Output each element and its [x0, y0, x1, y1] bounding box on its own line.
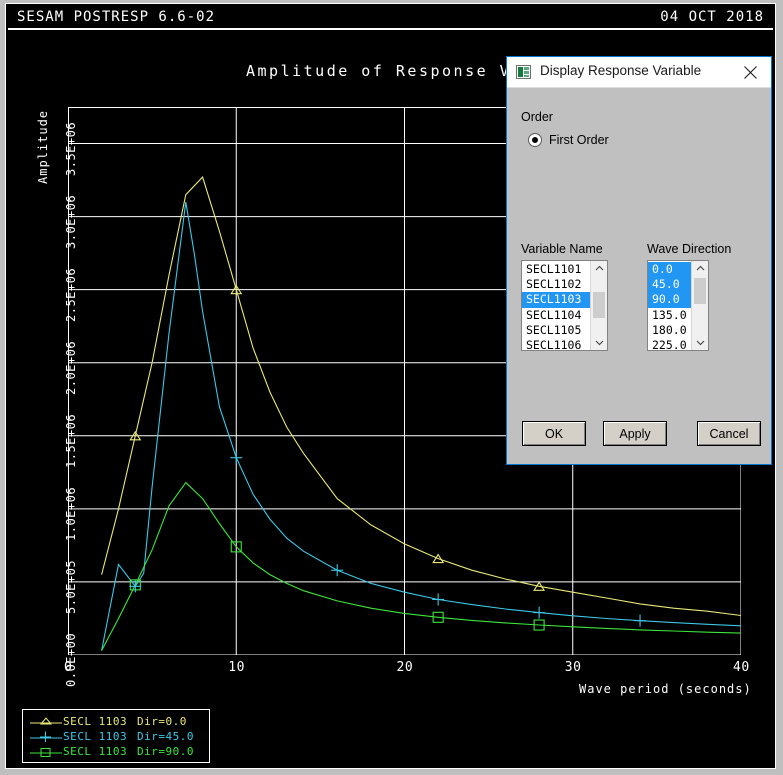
- x-axis-label: Wave period (seconds): [579, 682, 752, 696]
- legend-series-name: SECL 1103: [63, 745, 128, 758]
- list-item[interactable]: 180.0: [648, 323, 691, 338]
- y-tick-label: 3.0E+06: [64, 194, 78, 249]
- y-axis-label: Amplitude: [36, 109, 50, 184]
- date-label: 04 OCT 2018: [660, 9, 764, 25]
- postresp-plot-window: SESAM POSTRESP 6.6-02 04 OCT 2018 Amplit…: [5, 3, 776, 769]
- list-item[interactable]: SECL1101: [522, 262, 590, 277]
- legend-item: SECL 1103 Dir=0.0: [29, 714, 203, 729]
- legend-series-direction: Dir=90.0: [137, 745, 194, 758]
- y-tick-label: 2.5E+06: [64, 267, 78, 322]
- list-item[interactable]: SECL1102: [522, 277, 590, 292]
- variable-name-listbox[interactable]: SECL1101 SECL1102 SECL1103 SECL1104 SECL1105…: [521, 260, 608, 351]
- first-order-radio[interactable]: First Order: [521, 133, 609, 147]
- x-tick-label: 10: [228, 660, 245, 675]
- close-icon[interactable]: [731, 57, 771, 87]
- legend-item: SECL 1103 Dir=45.0: [29, 729, 203, 744]
- chart-legend: SECL 1103 Dir=0.0 SECL 1103 Dir=45.0 SECL 11…: [22, 709, 210, 763]
- y-tick-label: 2.0E+06: [64, 340, 78, 395]
- variable-name-items[interactable]: SECL1101 SECL1102 SECL1103 SECL1104 SECL1105…: [522, 261, 590, 350]
- application-window: SESAM POSTRESP 6.6-02 04 OCT 2018 Amplit…: [0, 0, 783, 775]
- document-icon: [516, 65, 531, 79]
- list-item[interactable]: SECL1106: [522, 338, 590, 350]
- y-tick-label: 1.5E+06: [64, 413, 78, 468]
- legend-series-name: SECL 1103: [63, 730, 128, 743]
- cancel-button[interactable]: Cancel: [697, 421, 761, 446]
- dialog-title: Display Response Variable: [540, 63, 702, 78]
- data-point-marker: [432, 593, 445, 606]
- variable-name-scrollbar[interactable]: [590, 261, 607, 350]
- apply-button[interactable]: Apply: [603, 421, 667, 446]
- dialog-title-bar: Display Response Variable: [507, 57, 771, 88]
- data-point-marker: [634, 614, 647, 627]
- scroll-down-icon[interactable]: [692, 335, 708, 350]
- legend-item: SECL 1103 Dir=90.0: [29, 744, 203, 759]
- list-item[interactable]: 225.0: [648, 338, 691, 350]
- list-item[interactable]: 90.0: [648, 292, 691, 308]
- legend-marker-plus-icon: [29, 730, 63, 743]
- display-response-variable-dialog: Display Response Variable Order First Or…: [506, 56, 772, 465]
- data-point-marker: [331, 564, 344, 577]
- list-item[interactable]: 45.0: [648, 277, 691, 293]
- legend-series-direction: Dir=0.0: [137, 715, 187, 728]
- x-tick-label: 40: [733, 660, 750, 675]
- list-item[interactable]: 0.0: [648, 262, 691, 278]
- x-tick-label: 30: [564, 660, 582, 675]
- wave-direction-items[interactable]: 0.0 45.0 90.0 135.0 180.0 225.0: [648, 261, 691, 350]
- y-tick-label: 5.0E+05: [64, 559, 78, 614]
- app-title: SESAM POSTRESP 6.6-02: [17, 9, 216, 25]
- radio-indicator[interactable]: [528, 133, 542, 147]
- scroll-up-icon[interactable]: [692, 261, 708, 276]
- y-tick-label: 3.5E+06: [64, 121, 78, 176]
- first-order-label: First Order: [549, 133, 609, 147]
- wave-direction-listbox[interactable]: 0.0 45.0 90.0 135.0 180.0 225.0: [647, 260, 709, 351]
- x-tick-label: 0: [64, 660, 73, 675]
- scrollbar-thumb[interactable]: [694, 278, 706, 304]
- wave-direction-scrollbar[interactable]: [691, 261, 708, 350]
- legend-series-direction: Dir=45.0: [137, 730, 194, 743]
- series-line: [101, 481, 741, 651]
- scroll-down-icon[interactable]: [591, 335, 607, 350]
- variable-name-label: Variable Name: [521, 242, 603, 256]
- sesam-title-bar: SESAM POSTRESP 6.6-02 04 OCT 2018: [8, 6, 773, 30]
- list-item[interactable]: SECL1105: [522, 323, 590, 338]
- scroll-up-icon[interactable]: [591, 261, 607, 276]
- data-point-marker: [230, 451, 243, 464]
- legend-series-name: SECL 1103: [63, 715, 128, 728]
- data-point-marker: [533, 606, 546, 619]
- order-group-label: Order: [521, 110, 553, 124]
- scrollbar-thumb[interactable]: [593, 292, 605, 318]
- list-item[interactable]: SECL1103: [522, 292, 590, 308]
- x-tick-label: 20: [396, 660, 414, 675]
- ok-button[interactable]: OK: [522, 421, 586, 446]
- legend-marker-triangle-icon: [29, 715, 63, 728]
- legend-marker-square-icon: [29, 745, 63, 758]
- list-item[interactable]: 135.0: [648, 308, 691, 323]
- y-tick-label: 1.0E+06: [64, 486, 78, 541]
- wave-direction-label: Wave Direction: [647, 242, 732, 256]
- list-item[interactable]: SECL1104: [522, 308, 590, 323]
